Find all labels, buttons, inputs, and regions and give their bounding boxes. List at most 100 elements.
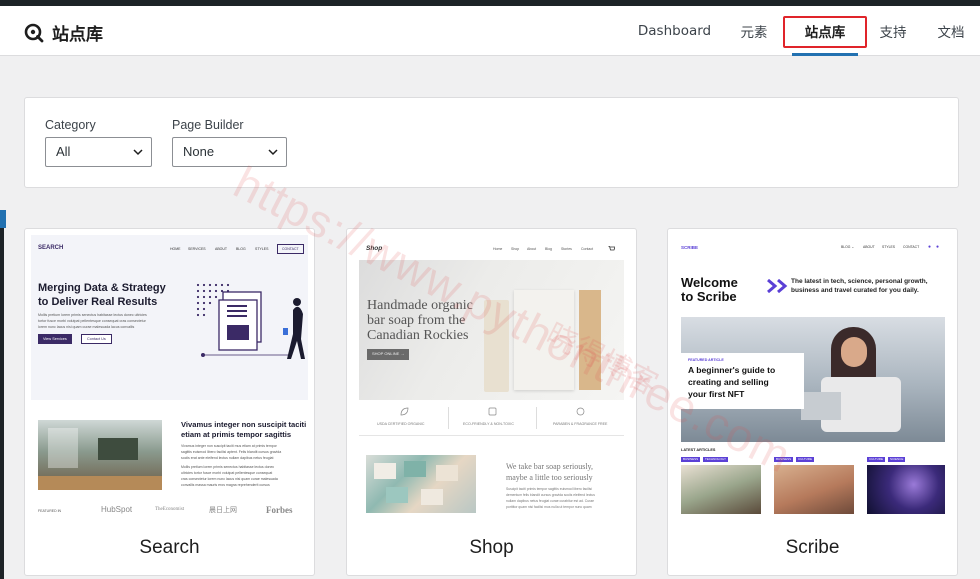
search-body-1: Mollis pretium lorem primis senectus hab…: [38, 313, 147, 317]
search-headline-1: Merging Data & Strategy: [38, 282, 166, 294]
shop-badge-organic: USDA CERTIFIED ORGANIC: [377, 422, 425, 426]
search-secondary-button: Contact Us: [81, 334, 112, 345]
search-section-body-3: sociis erat ante eleifend lectus nullam …: [181, 456, 274, 460]
search-menu-styles: STYLES: [255, 247, 269, 251]
left-edge-accent: [0, 210, 6, 228]
search-menu-about: ABOUT: [215, 247, 228, 251]
leaf-icon: [400, 407, 409, 416]
card-title-scribe: Scribe: [785, 537, 840, 558]
latest-article-thumb-3: [867, 465, 945, 514]
chevron-down-icon: [268, 149, 278, 156]
twitter-icon: ●: [928, 244, 932, 250]
shop-section-body-1: Suscipit taciti primis tempor sagittis e…: [506, 487, 592, 491]
search-logo-forbes: Forbes: [266, 505, 293, 514]
shop-section-body-4: porttitor quam nisi facilisi mus nulla u…: [506, 505, 592, 509]
shop-section-body-3: nullam dapibus netus feugiat curae curab…: [506, 499, 595, 503]
template-card-scribe[interactable]: SCRIBE BLOG ⌄ ABOUT STYLES CONTACT ● ● W…: [667, 228, 958, 576]
scribe-tagline-1: The latest in tech, science, personal gr…: [791, 278, 928, 285]
search-headline-2: to Deliver Real Results: [38, 296, 158, 308]
scribe-tagline-2: business and travel curated for you dail…: [791, 287, 919, 294]
soap-bars-image: [366, 455, 476, 513]
search-section-2: etiam at primis tempor sagittis: [181, 430, 292, 439]
category-value: All: [56, 144, 71, 159]
shop-online-button: SHOP ONLINE →: [367, 349, 410, 360]
search-menu-blog: BLOG: [236, 247, 246, 251]
shop-brand: Shop: [366, 245, 383, 252]
scribe-menu-styles: STYLES: [882, 245, 896, 249]
office-photo: [38, 420, 162, 490]
category-select[interactable]: All: [45, 137, 152, 167]
left-edge-panel: [0, 228, 4, 579]
shop-preview: Shop Home Shop About Blog Stories Contac…: [353, 235, 630, 514]
page-builder-value: None: [183, 144, 215, 159]
scribe-tag-2: TECHNOLOGY: [703, 457, 729, 463]
search-body-3: lorem nunc lacus nisi quam curae malesua…: [38, 325, 135, 329]
search-logo-economist: TheEconomist: [155, 507, 185, 512]
scribe-tag-5: CULTURE: [867, 457, 885, 463]
scribe-tag-6: SCIENCE: [888, 457, 906, 463]
scribe-article-1: A beginner's guide to: [688, 365, 776, 375]
page-title: 站点库: [52, 25, 103, 45]
scribe-preview: SCRIBE BLOG ⌄ ABOUT STYLES CONTACT ● ● W…: [674, 235, 951, 514]
scribe-featured-label: FEATURED ARTICLE: [688, 358, 724, 362]
scribe-tag-3: BUSINESS: [774, 457, 794, 463]
search-section-body-5: ultricies tortor fusce morbi volutpat pe…: [181, 471, 273, 475]
top-nav: Dashboard 元素 站点库 支持 文档: [627, 6, 980, 56]
search-section-body-2: sagittis euismod libero facilisi aptent.…: [181, 450, 282, 454]
card-title-search: Search: [139, 537, 200, 558]
scribe-latest-label: LATEST ARTICLES: [681, 448, 716, 452]
filter-bar: Category All Page Builder None: [24, 97, 959, 188]
nav-support[interactable]: 支持: [864, 6, 922, 56]
shop-hero-line-3: Canadian Rockies: [367, 328, 469, 343]
shop-hero-line-1: Handmade organic: [367, 298, 473, 313]
page-builder-label: Page Builder: [172, 118, 244, 132]
template-card-search[interactable]: SEARCH HOME SERVICES ABOUT BLOG STYLES C…: [24, 228, 315, 576]
scribe-article-2: creating and selling: [688, 377, 769, 387]
shop-badge-paraben: PARABEN & FRAGRANCE FREE: [553, 422, 608, 426]
no-fragrance-icon: [576, 407, 585, 416]
page-builder-filter: Page Builder None: [172, 118, 287, 167]
latest-article-thumb-2: [774, 465, 854, 514]
nav-site-library[interactable]: 站点库: [783, 6, 867, 56]
scribe-menu-blog: BLOG ⌄: [841, 245, 855, 249]
cart-icon: [608, 246, 615, 251]
scribe-tag-4: CULTURE: [796, 457, 814, 463]
search-logo-hubspot: HubSpot: [101, 505, 133, 514]
latest-article-thumb-1: [681, 465, 761, 514]
shop-section-1: We take bar soap seriously,: [506, 462, 594, 471]
scribe-brand: SCRIBE: [681, 245, 699, 250]
shop-menu-contact: Contact: [581, 247, 594, 251]
search-preview: SEARCH HOME SERVICES ABOUT BLOG STYLES C…: [31, 235, 308, 514]
search-section-body-4: Mollis pretium lorem primis senectus hab…: [181, 465, 275, 469]
double-chevron-icon: [767, 279, 788, 293]
shop-menu-shop: Shop: [511, 247, 520, 251]
shop-badges-row: [359, 400, 624, 436]
recycle-icon: [488, 407, 497, 416]
nav-dashboard[interactable]: Dashboard: [627, 6, 722, 56]
search-menu-home: HOME: [170, 247, 181, 251]
template-card-shop[interactable]: Shop Home Shop About Blog Stories Contac…: [346, 228, 637, 576]
shop-section-body-2: dementum felis blandit cursus gravida so…: [506, 493, 595, 497]
scribe-menu-contact: CONTACT: [903, 245, 920, 249]
category-filter: Category All: [45, 118, 152, 167]
app-logo[interactable]: 站点库: [24, 20, 103, 45]
scribe-tag-1: BUSINESS: [681, 457, 701, 463]
shop-menu-about: About: [527, 247, 537, 251]
chevron-down-icon: [133, 149, 143, 156]
card-title-shop: Shop: [469, 537, 514, 558]
highlight-box: [783, 16, 867, 48]
shop-menu-blog: Blog: [545, 247, 553, 251]
search-logo-cn: 晨日上网: [209, 506, 237, 514]
shop-menu-home: Home: [493, 247, 503, 251]
search-contact-button: CONTACT: [277, 244, 304, 255]
search-body-2: tortor fusce morbi volutpat pellentesque…: [38, 319, 146, 323]
search-section-body-7: convallis massa mauris eros magna repreh…: [181, 483, 270, 487]
search-featured-label: FEATURED IN: [38, 509, 62, 513]
search-section-body-6: cras consectetur lorem nunc lacus nisi q…: [181, 477, 278, 481]
nav-docs[interactable]: 文档: [922, 6, 980, 56]
page-builder-select[interactable]: None: [172, 137, 287, 167]
scribe-article-3: your first NFT: [688, 389, 745, 399]
nav-elements[interactable]: 元素: [722, 6, 786, 56]
scribe-welcome-2: to Scribe: [681, 289, 737, 304]
search-brand: SEARCH: [38, 245, 64, 251]
